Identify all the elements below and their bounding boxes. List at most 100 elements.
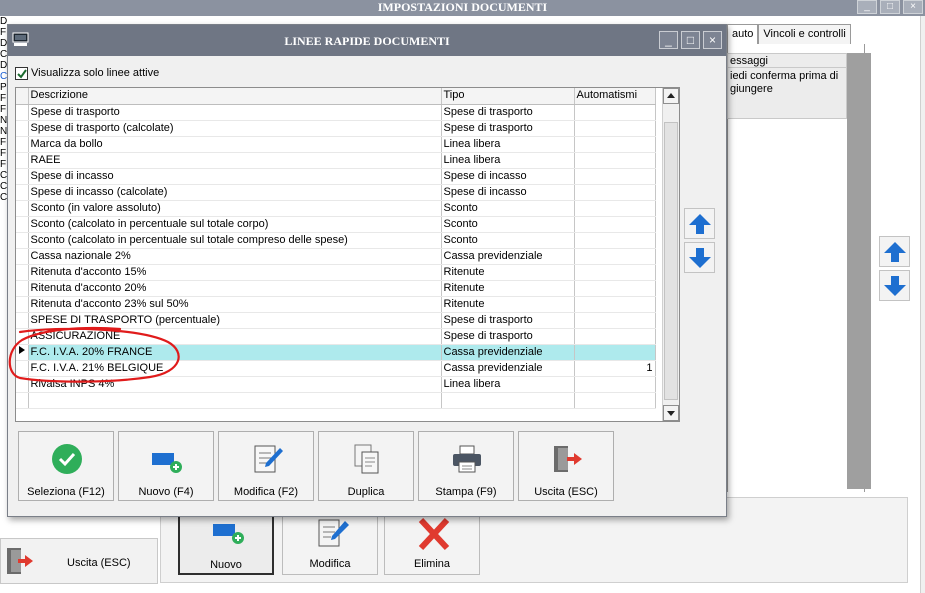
row-indicator	[16, 280, 29, 297]
arrow-down-icon	[884, 276, 906, 296]
background-move-down-button[interactable]	[879, 270, 910, 301]
cell-tipo: Spese di incasso	[441, 184, 575, 201]
grid-row[interactable]: F.C. I.V.A. 20% FRANCE Cassa previdenzial…	[16, 344, 656, 361]
dialog-titlebar: LINEE RAPIDE DOCUMENTI _ □ ×	[8, 25, 726, 56]
dialog-maximize-button[interactable]: □	[681, 31, 700, 49]
duplicate-button[interactable]: Duplica	[318, 431, 414, 501]
cell-descrizione: Sconto (calcolato in percentuale sul tot…	[28, 216, 442, 233]
new-button[interactable]: Nuovo (F4)	[118, 431, 214, 501]
row-indicator	[16, 328, 29, 345]
grid-row[interactable]: Spese di incasso (calcolate) Spese di inc…	[16, 184, 656, 201]
cell-tipo: Sconto	[441, 232, 575, 249]
row-indicator	[16, 264, 29, 281]
row-indicator	[16, 216, 29, 233]
row-indicator	[16, 120, 29, 137]
cell-automatismi: 1	[574, 360, 656, 377]
edit-button[interactable]: Modifica (F2)	[218, 431, 314, 501]
active-lines-checkbox[interactable]	[15, 66, 28, 80]
empty-cell	[16, 392, 29, 409]
check-circle-icon	[51, 443, 83, 475]
grid-row[interactable]: Spese di trasporto Spese di trasporto	[16, 104, 656, 121]
column-header-descrizione[interactable]: Descrizione	[28, 88, 442, 105]
dialog-minimize-button[interactable]: _	[659, 31, 678, 49]
select-button[interactable]: Seleziona (F12)	[18, 431, 114, 501]
cell-automatismi	[574, 344, 656, 361]
background-new-button[interactable]: Nuovo	[178, 514, 274, 575]
cell-descrizione: Sconto (calcolato in percentuale sul tot…	[28, 232, 442, 249]
quick-lines-grid[interactable]: Descrizione Tipo Automatismi Spese di tr…	[15, 87, 680, 422]
row-indicator	[16, 376, 29, 393]
cell-tipo: Ritenute	[441, 280, 575, 297]
cell-descrizione: SPESE DI TRASPORTO (percentuale)	[28, 312, 442, 329]
quick-lines-dialog: LINEE RAPIDE DOCUMENTI _ □ × Visualizza …	[7, 24, 727, 517]
grid-row[interactable]: Rivalsa INPS 4% Linea libera	[16, 376, 656, 393]
grid-empty-row	[16, 392, 656, 409]
row-indicator	[16, 200, 29, 217]
grid-row[interactable]: SPESE DI TRASPORTO (percentuale) Spese di…	[16, 312, 656, 329]
grid-row[interactable]: Ritenuta d'acconto 15% Ritenute	[16, 264, 656, 281]
cell-descrizione: RAEE	[28, 152, 442, 169]
grid-row[interactable]: Sconto (calcolato in percentuale sul tot…	[16, 232, 656, 249]
empty-cell	[441, 392, 575, 409]
move-up-button[interactable]	[684, 208, 715, 239]
dialog-window-controls: _ □ ×	[659, 31, 722, 49]
background-move-up-button[interactable]	[879, 236, 910, 267]
exit-icon	[551, 443, 583, 475]
grid-row[interactable]: Spese di incasso Spese di incasso	[16, 168, 656, 185]
grid-row[interactable]: Spese di trasporto (calcolate) Spese di t…	[16, 120, 656, 137]
grid-row[interactable]: F.C. I.V.A. 21% BELGIQUE Cassa previdenzi…	[16, 360, 656, 377]
cell-automatismi	[574, 104, 656, 121]
move-down-button[interactable]	[684, 242, 715, 273]
empty-cell	[574, 392, 656, 409]
background-exit-label: Uscita (ESC)	[67, 557, 131, 569]
background-exit-button[interactable]: Uscita (ESC)	[0, 538, 158, 584]
cell-tipo: Ritenute	[441, 264, 575, 281]
grid-row[interactable]: Sconto (in valore assoluto) Sconto	[16, 200, 656, 217]
cell-tipo: Sconto	[441, 200, 575, 217]
grid-row[interactable]: Ritenuta d'acconto 20% Ritenute	[16, 280, 656, 297]
cell-tipo: Sconto	[441, 216, 575, 233]
minimize-button[interactable]: _	[857, 0, 877, 14]
edit-icon	[283, 517, 377, 549]
cell-descrizione: Ritenuta d'acconto 23% sul 50%	[28, 296, 442, 313]
cell-tipo: Spese di trasporto	[441, 328, 575, 345]
arrow-down-icon	[689, 248, 711, 268]
grid-row[interactable]: Sconto (calcolato in percentuale sul tot…	[16, 216, 656, 233]
close-button[interactable]: ×	[903, 0, 923, 14]
cell-automatismi	[574, 248, 656, 265]
background-edit-button[interactable]: Modifica	[282, 514, 378, 575]
active-lines-filter[interactable]: Visualizza solo linee attive	[15, 65, 159, 81]
empty-cell	[28, 392, 442, 409]
cell-descrizione: Spese di trasporto	[28, 104, 442, 121]
scroll-up-button[interactable]	[663, 88, 679, 104]
scroll-down-button[interactable]	[663, 405, 679, 421]
row-indicator	[16, 296, 29, 313]
background-delete-button[interactable]: Elimina	[384, 514, 480, 575]
background-window-controls: _ □ ×	[857, 0, 923, 14]
scroll-down-arrow-icon	[667, 411, 675, 416]
cell-descrizione: Cassa nazionale 2%	[28, 248, 442, 265]
cell-automatismi	[574, 312, 656, 329]
dialog-close-button[interactable]: ×	[703, 31, 722, 49]
exit-label: Uscita (ESC)	[534, 486, 598, 498]
column-header-automatismi[interactable]: Automatismi	[574, 88, 656, 105]
grid-row[interactable]: Cassa nazionale 2% Cassa previdenziale	[16, 248, 656, 265]
cell-automatismi	[574, 280, 656, 297]
maximize-button[interactable]: □	[880, 0, 900, 14]
tab-auto[interactable]: auto	[727, 24, 759, 44]
column-header-tipo[interactable]: Tipo	[441, 88, 575, 105]
grid-row[interactable]: Ritenuta d'acconto 23% sul 50% Ritenute	[16, 296, 656, 313]
cell-tipo: Cassa previdenziale	[441, 248, 575, 265]
print-button[interactable]: Stampa (F9)	[418, 431, 514, 501]
new-label: Nuovo (F4)	[138, 486, 194, 498]
row-indicator	[16, 152, 29, 169]
duplicate-icon	[351, 443, 383, 475]
exit-button[interactable]: Uscita (ESC)	[518, 431, 614, 501]
grid-row[interactable]: RAEE Linea libera	[16, 152, 656, 169]
grid-vertical-scrollbar[interactable]	[662, 88, 679, 421]
scroll-thumb[interactable]	[664, 122, 678, 400]
row-indicator	[16, 248, 29, 265]
grid-row[interactable]: Marca da bollo Linea libera	[16, 136, 656, 153]
grid-row[interactable]: ASSICURAZIONE Spese di trasporto	[16, 328, 656, 345]
tab-vincoli-e-controlli[interactable]: Vincoli e controlli	[758, 24, 851, 44]
